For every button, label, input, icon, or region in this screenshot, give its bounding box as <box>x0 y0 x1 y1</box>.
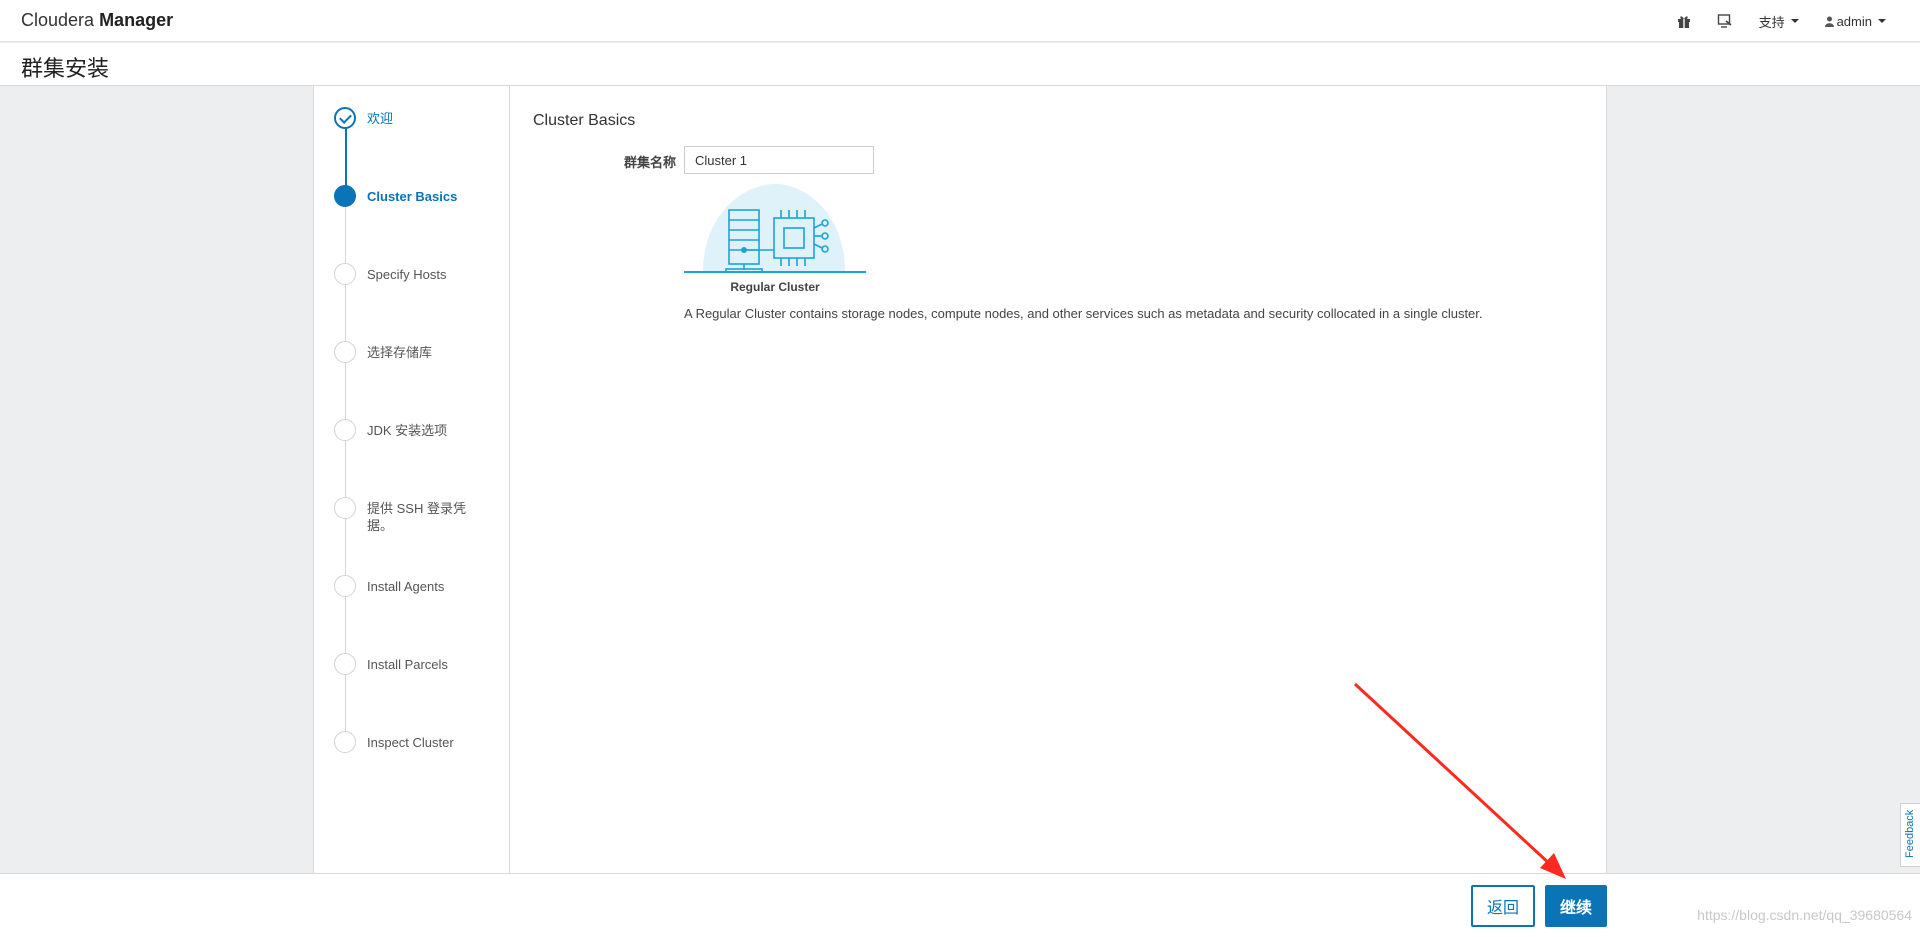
back-button[interactable]: 返回 <box>1471 885 1535 927</box>
step-install-parcels: Install Parcels <box>334 653 504 675</box>
user-icon <box>1824 16 1834 27</box>
pending-step-icon <box>334 419 356 441</box>
navbar-right: 支持 admin <box>1677 0 1886 42</box>
step-select-repository: 选择存储库 <box>334 341 504 363</box>
step-cluster-basics[interactable]: Cluster Basics <box>334 185 504 207</box>
cluster-name-label: 群集名称 <box>623 155 676 170</box>
wizard-steps: 欢迎 Cluster Basics Specify Hosts 选择存储库 JD… <box>314 86 510 873</box>
step-inspect-cluster: Inspect Cluster <box>334 731 504 753</box>
watermark: https://blog.csdn.net/qq_39680564 <box>1697 907 1912 923</box>
pending-step-icon <box>334 731 356 753</box>
gift-icon <box>1677 15 1690 28</box>
step-welcome[interactable]: 欢迎 <box>334 107 504 129</box>
check-circle-icon <box>334 107 356 129</box>
step-label: 欢迎 <box>367 111 394 126</box>
user-label: admin <box>1836 13 1872 29</box>
step-install-agents: Install Agents <box>334 575 504 597</box>
brand-bold: Manager <box>99 10 174 30</box>
step-label: Cluster Basics <box>367 189 458 204</box>
user-menu[interactable]: admin <box>1824 13 1886 29</box>
step-label: Specify Hosts <box>367 267 447 282</box>
wizard-content: Cluster Basics 群集名称 Cluster 1 Regular Cl… <box>511 86 1606 873</box>
step-label: Install Agents <box>367 579 445 594</box>
step-label: JDK 安装选项 <box>367 423 448 438</box>
commands-icon <box>1717 14 1732 28</box>
step-jdk-options: JDK 安装选项 <box>334 419 504 441</box>
page-header: 群集安装 <box>0 43 1920 86</box>
wizard-footer: 返回 继续 https://blog.csdn.net/qq_39680564 <box>0 873 1920 937</box>
pending-step-icon <box>334 341 356 363</box>
brand-logo[interactable]: Cloudera Manager <box>21 10 173 31</box>
step-specify-hosts: Specify Hosts <box>334 263 504 285</box>
step-label: 选择存储库 <box>367 345 433 360</box>
feedback-label: Feedback <box>1904 809 1916 858</box>
top-navbar: Cloudera Manager 支持 admin <box>0 0 1920 42</box>
pending-step-icon <box>334 497 356 519</box>
continue-button[interactable]: 继续 <box>1545 885 1607 927</box>
pending-step-icon <box>334 653 356 675</box>
support-label: 支持 <box>1758 14 1785 30</box>
brand-light: Cloudera <box>21 10 95 30</box>
chevron-down-icon <box>1790 19 1799 23</box>
wizard-panel: 欢迎 Cluster Basics Specify Hosts 选择存储库 JD… <box>313 86 1607 873</box>
pending-step-icon <box>334 263 356 285</box>
regular-cluster-icon <box>684 184 866 273</box>
active-step-icon <box>334 185 356 207</box>
step-label: 提供 SSH 登录凭据。 <box>367 501 466 533</box>
section-title: Cluster Basics <box>533 112 636 129</box>
regular-cluster-option[interactable] <box>684 184 866 276</box>
page-title: 群集安装 <box>21 56 110 81</box>
step-ssh-credentials: 提供 SSH 登录凭据。 <box>334 497 504 534</box>
pending-step-icon <box>334 575 356 597</box>
feedback-tab[interactable]: Feedback <box>1900 803 1920 867</box>
cluster-name-input[interactable] <box>684 146 874 174</box>
regular-cluster-label: Regular Cluster <box>730 280 820 294</box>
step-label: Install Parcels <box>367 657 448 672</box>
running-commands-button[interactable] <box>1717 14 1733 28</box>
regular-cluster-description: A Regular Cluster contains storage nodes… <box>684 306 1483 321</box>
chevron-down-icon <box>1878 19 1886 23</box>
parcel-gift-button[interactable] <box>1677 15 1691 28</box>
support-menu[interactable]: 支持 <box>1759 12 1799 31</box>
step-label: Inspect Cluster <box>367 735 454 750</box>
